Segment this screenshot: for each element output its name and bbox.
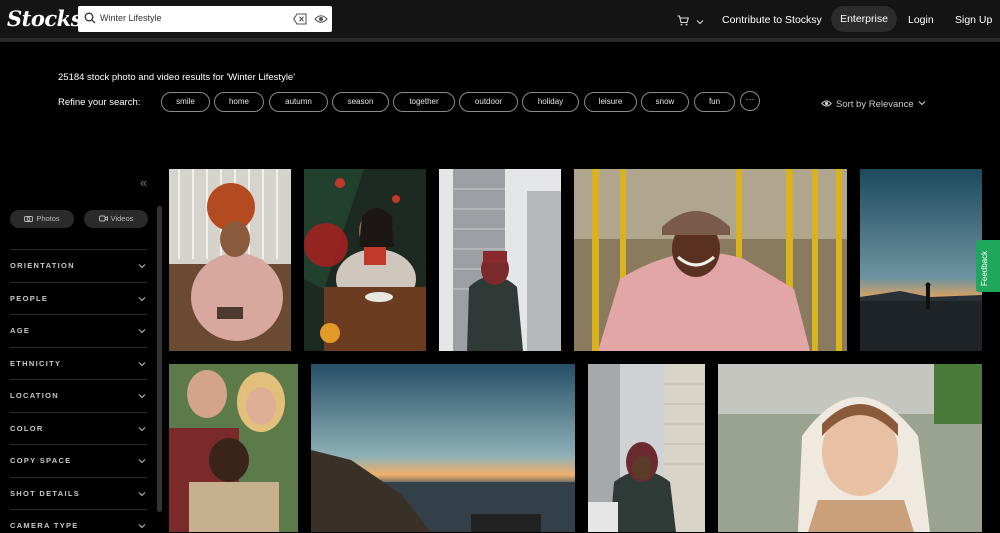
chevron-down-icon (138, 297, 146, 302)
login-link[interactable]: Login (908, 14, 934, 26)
sort-icon (821, 100, 832, 107)
collapse-sidebar-button[interactable]: « (140, 175, 147, 190)
cart-button[interactable] (677, 13, 704, 31)
filter-location[interactable]: LOCATION (10, 379, 147, 412)
video-icon (98, 215, 108, 222)
chevron-down-icon (138, 394, 146, 399)
chevron-down-icon (138, 459, 146, 464)
tag-home[interactable]: home (214, 92, 264, 112)
photo-woman-pink-jacket-phone[interactable] (169, 169, 291, 351)
filter-camera-type[interactable]: CAMERA TYPE (10, 509, 147, 533)
search-icon (84, 12, 96, 24)
feedback-tab[interactable]: Feedback (976, 240, 1000, 292)
chevron-down-icon (918, 101, 926, 106)
contribute-link[interactable]: Contribute to Stocksy (722, 14, 822, 26)
filter-shot-details[interactable]: SHOT DETAILS (10, 477, 147, 510)
tag-season[interactable]: season (332, 92, 389, 112)
filter-copy-space[interactable]: COPY SPACE (10, 444, 147, 477)
filter-label: AGE (10, 326, 31, 335)
chevron-down-icon (138, 264, 146, 269)
clear-icon[interactable] (293, 13, 307, 25)
tag-leisure[interactable]: leisure (584, 92, 637, 112)
chevron-down-icon (138, 427, 146, 432)
chevron-down-icon (138, 492, 146, 497)
filter-age[interactable]: AGE (10, 314, 147, 347)
photo-woman-drinking-mug-christmas[interactable] (304, 169, 426, 351)
results-count: 25184 stock photo and video results for … (58, 72, 296, 83)
search-query-text[interactable]: Winter Lifestyle (100, 13, 162, 23)
tag-snow[interactable]: snow (641, 92, 689, 112)
filter-ethnicity[interactable]: ETHNICITY (10, 347, 147, 380)
chevron-down-icon (697, 20, 704, 25)
filter-label: PEOPLE (10, 294, 49, 303)
cart-icon (677, 15, 690, 26)
filter-orientation[interactable]: ORIENTATION (10, 249, 147, 282)
filter-label: CAMERA TYPE (10, 521, 79, 530)
more-tags-button[interactable]: ··· (740, 91, 760, 111)
visibility-icon[interactable] (314, 13, 328, 25)
videos-filter-button[interactable]: Videos (84, 210, 148, 228)
photo-child-white-hood[interactable] (718, 364, 982, 532)
tag-autumn[interactable]: autumn (269, 92, 328, 112)
filter-color[interactable]: COLOR (10, 412, 147, 445)
chevron-down-icon (138, 362, 146, 367)
photo-woman-smiling-yellow-posts[interactable] (574, 169, 847, 351)
photos-label: Photos (36, 214, 60, 223)
sort-label: Sort by Relevance (836, 99, 914, 110)
photos-filter-button[interactable]: Photos (10, 210, 74, 228)
filter-label: SHOT DETAILS (10, 489, 81, 498)
tag-together[interactable]: together (393, 92, 455, 112)
tag-fun[interactable]: fun (694, 92, 735, 112)
filter-label: ORIENTATION (10, 261, 75, 270)
photo-coastline-sunset[interactable] (311, 364, 575, 532)
videos-label: Videos (110, 214, 134, 223)
filter-label: ETHNICITY (10, 359, 62, 368)
enterprise-button[interactable]: Enterprise (831, 6, 897, 32)
filter-label: COPY SPACE (10, 456, 72, 465)
signup-link[interactable]: Sign Up (955, 14, 992, 26)
photo-man-hood-city-street[interactable] (588, 364, 705, 532)
refine-label: Refine your search: (58, 97, 141, 108)
sidebar-scrollbar[interactable] (157, 206, 162, 512)
filter-label: COLOR (10, 424, 44, 433)
feedback-label: Feedback (980, 250, 989, 286)
sort-dropdown[interactable]: Sort by Relevance (821, 99, 926, 110)
search-input[interactable]: Winter Lifestyle (78, 6, 332, 32)
tag-outdoor[interactable]: outdoor (459, 92, 518, 112)
filter-label: LOCATION (10, 391, 60, 400)
photo-man-red-beanie-skyscrapers[interactable] (439, 169, 561, 351)
photo-family-portrait[interactable] (169, 364, 298, 532)
top-nav-bar: Stocksy Winter Lifestyle Contribute to S… (0, 0, 1000, 38)
tag-holiday[interactable]: holiday (522, 92, 579, 112)
camera-icon (24, 216, 34, 222)
chevron-down-icon (138, 329, 146, 334)
photo-beach-sunset-person[interactable] (860, 169, 982, 351)
header-divider (0, 38, 1000, 42)
tag-smile[interactable]: smile (161, 92, 210, 112)
filter-people[interactable]: PEOPLE (10, 282, 147, 315)
chevron-down-icon (138, 524, 146, 529)
